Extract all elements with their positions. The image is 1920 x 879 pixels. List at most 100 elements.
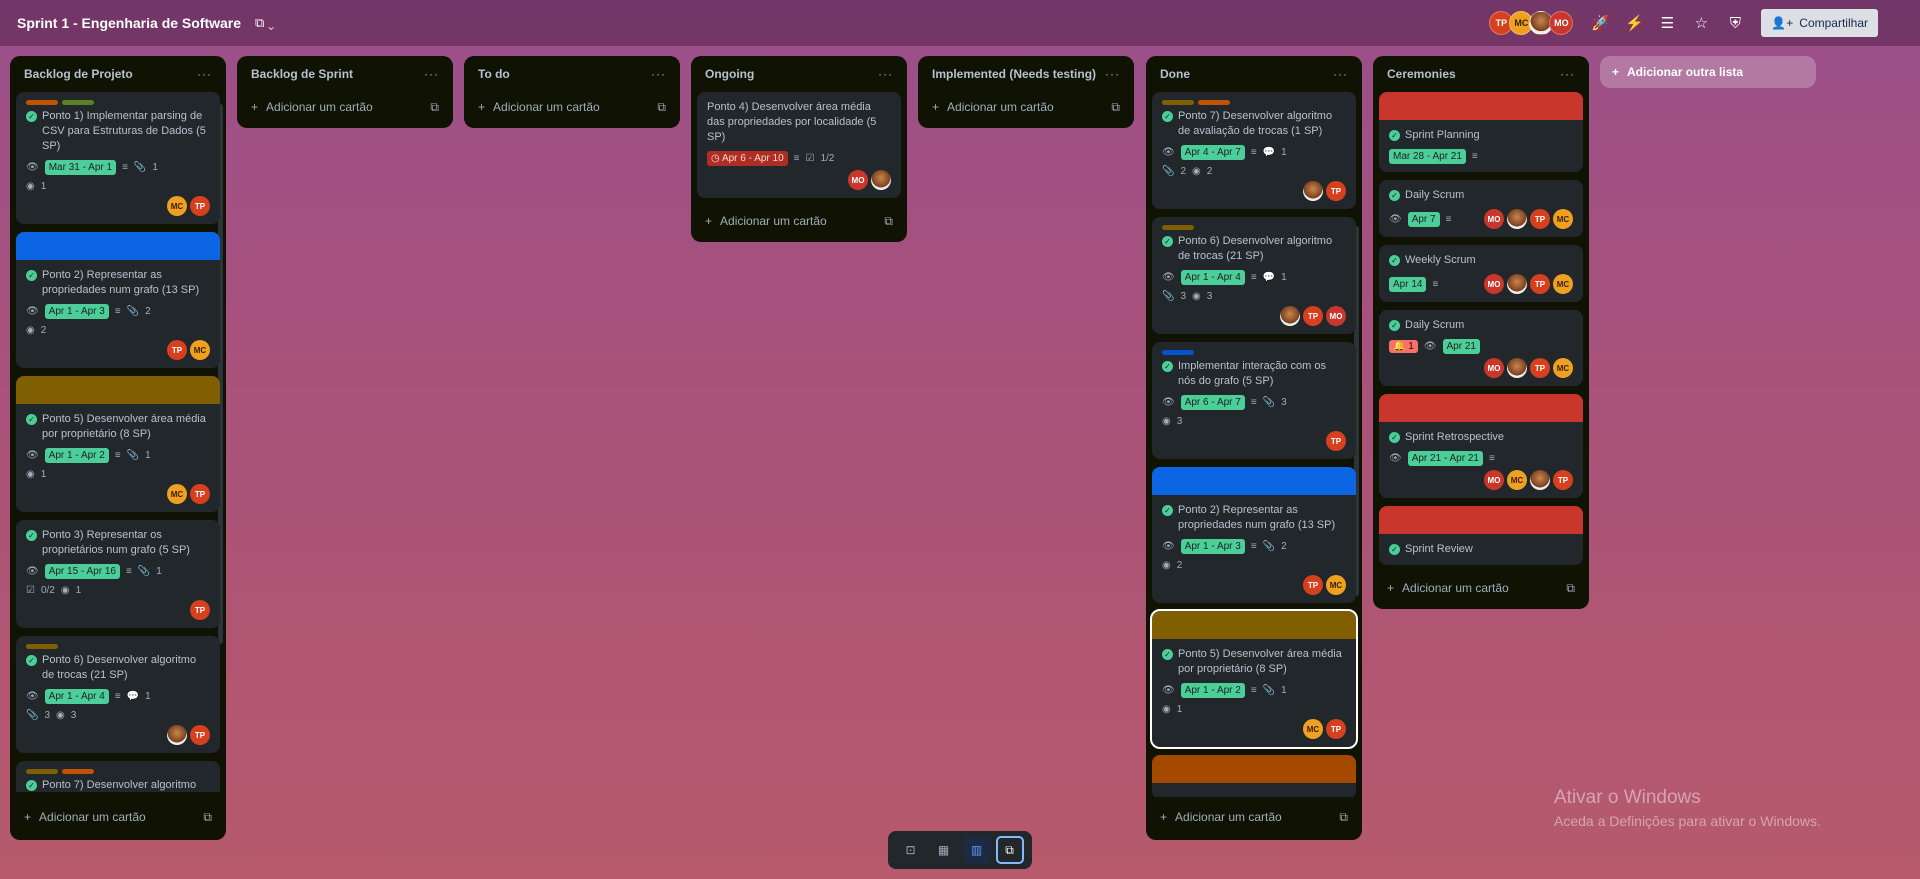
board-icon[interactable]: ▥ (962, 836, 991, 864)
visibility-icon[interactable]: ⛨ (1727, 15, 1743, 32)
check-icon[interactable]: ✓ (1389, 130, 1400, 141)
add-card-button[interactable]: + Adicionar um cartão ⧉ (464, 92, 680, 122)
check-icon[interactable]: ✓ (1162, 649, 1173, 660)
card[interactable]: ✓ Daily Scrum 👁 Apr 7 ≡ MO TP MC (1379, 180, 1583, 237)
avatar[interactable]: TP (1303, 306, 1323, 326)
template-icon[interactable]: ⧉ (657, 100, 666, 115)
avatar[interactable]: TP (190, 600, 210, 620)
due-date-badge[interactable]: Apr 1 - Apr 4 (1180, 270, 1245, 285)
check-icon[interactable]: ✓ (26, 270, 37, 281)
board-members[interactable]: TP MC MO (1489, 11, 1574, 35)
avatar[interactable] (1507, 358, 1527, 378)
due-date-badge[interactable]: Apr 21 (1442, 339, 1480, 354)
avatar[interactable] (1280, 306, 1300, 326)
list-menu-icon[interactable]: ··· (197, 67, 212, 81)
avatar[interactable] (167, 725, 187, 745)
avatar[interactable]: MO (1326, 306, 1346, 326)
avatar[interactable]: TP (1553, 470, 1573, 490)
avatar[interactable]: MO (1484, 274, 1504, 294)
due-date-badge[interactable]: Mar 31 - Apr 1 (44, 160, 117, 175)
avatar[interactable]: TP (1326, 431, 1346, 451)
template-icon[interactable]: ⧉ (1339, 810, 1348, 825)
card[interactable]: ✓ Ponto 6) Desenvolver algoritmo de troca… (1152, 217, 1356, 334)
list-title[interactable]: Ceremonies (1387, 67, 1456, 81)
due-date-badge[interactable]: Apr 1 - Apr 4 (44, 689, 109, 704)
avatar[interactable]: MO (848, 170, 868, 190)
template-icon[interactable]: ⧉ (884, 214, 893, 229)
check-icon[interactable]: ✓ (1389, 255, 1400, 266)
due-date-badge[interactable]: ◷ Apr 6 - Apr 10 (707, 151, 788, 166)
card[interactable]: Ponto 4) Desenvolver área média das prop… (697, 92, 901, 198)
avatar[interactable] (1530, 470, 1550, 490)
avatar[interactable]: TP (190, 196, 210, 216)
filter-icon[interactable]: ☰ (1659, 14, 1675, 32)
card[interactable]: ✓ Ponto 7) Desenvolver algoritmo de avali… (1152, 92, 1356, 209)
avatar[interactable]: TP (1303, 575, 1323, 595)
add-card-button[interactable]: + Adicionar um cartão ⧉ (918, 92, 1134, 122)
card[interactable]: ✓ Sprint Planning Mar 28 - Apr 21 ≡ (1379, 92, 1583, 172)
check-icon[interactable]: ✓ (1162, 361, 1173, 372)
avatar[interactable]: MC (1553, 274, 1573, 294)
due-date-badge[interactable]: Apr 7 (1407, 211, 1440, 227)
avatar[interactable]: MC (190, 340, 210, 360)
card-selected[interactable]: ✓ Ponto 5) Desenvolver área média por pro… (1150, 609, 1358, 749)
list-title[interactable]: Backlog de Projeto (24, 67, 133, 81)
due-date-badge[interactable]: Apr 6 - Apr 7 (1180, 395, 1245, 410)
check-icon[interactable]: ✓ (1162, 111, 1173, 122)
list-title[interactable]: Done (1160, 67, 1190, 81)
card[interactable]: ✓ Daily Scrum 🔔 1 👁 Apr 21 MO TP MC (1379, 310, 1583, 386)
avatar[interactable]: MO (1484, 470, 1504, 490)
notification-badge[interactable]: 🔔 1 (1389, 340, 1418, 353)
avatar[interactable]: TP (1530, 209, 1550, 229)
card[interactable]: ✓ Weekly Scrum Apr 14 ≡ MO TP MC (1379, 245, 1583, 302)
check-icon[interactable]: ✓ (1389, 432, 1400, 443)
check-icon[interactable]: ✓ (26, 414, 37, 425)
due-date-badge[interactable]: Apr 1 - Apr 3 (1180, 539, 1245, 554)
add-card-button[interactable]: + Adicionar um cartão ⧉ (1373, 573, 1589, 603)
template-icon[interactable]: ⧉ (430, 100, 439, 115)
list-menu-icon[interactable]: ··· (1333, 67, 1348, 81)
check-icon[interactable]: ✓ (1389, 190, 1400, 201)
card[interactable]: ✓ Sprint Retrospective 👁 Apr 21 - Apr 21 … (1379, 394, 1583, 498)
list-menu-icon[interactable]: ··· (1560, 67, 1575, 81)
due-date-badge[interactable]: Apr 1 - Apr 2 (44, 448, 109, 463)
star-icon[interactable]: ☆ (1693, 14, 1709, 32)
avatar[interactable]: MO (1484, 358, 1504, 378)
avatar[interactable] (1303, 181, 1323, 201)
avatar[interactable] (1507, 274, 1527, 294)
avatar[interactable]: TP (1326, 181, 1346, 201)
check-icon[interactable]: ✓ (1162, 505, 1173, 516)
avatar[interactable]: TP (190, 725, 210, 745)
add-card-button[interactable]: + Adicionar um cartão ⧉ (237, 92, 453, 122)
check-icon[interactable]: ✓ (26, 655, 37, 666)
board-title[interactable]: Sprint 1 - Engenharia de Software (17, 15, 241, 31)
card[interactable]: ✓ Ponto 6) Desenvolver algoritmo de troca… (16, 636, 220, 753)
card[interactable]: ✓ Ponto 7) Desenvolver algoritmo (16, 761, 220, 792)
template-icon[interactable]: ⧉ (1111, 100, 1120, 115)
list-menu-icon[interactable]: ··· (651, 67, 666, 81)
share-button[interactable]: 👤+ Compartilhar (1761, 9, 1878, 37)
avatar[interactable]: MO (1549, 11, 1574, 35)
list-title[interactable]: Implemented (Needs testing) (932, 67, 1096, 81)
inbox-icon[interactable]: ⊡ (897, 836, 925, 864)
avatar[interactable]: TP (1326, 719, 1346, 739)
due-date-badge[interactable]: Apr 4 - Apr 7 (1180, 145, 1245, 160)
check-icon[interactable]: ✓ (26, 111, 37, 122)
add-list-button[interactable]: + Adicionar outra lista (1600, 56, 1816, 88)
avatar[interactable] (1507, 209, 1527, 229)
avatar[interactable]: MC (167, 196, 187, 216)
card[interactable]: ✓ Ponto 1) Implementar parsing de CSV par… (16, 92, 220, 224)
avatar[interactable]: MC (1326, 575, 1346, 595)
list-menu-icon[interactable]: ··· (424, 67, 439, 81)
avatar[interactable]: MC (167, 484, 187, 504)
rocket-icon[interactable]: 🚀 (1591, 14, 1610, 32)
lightning-icon[interactable]: ⚡ (1625, 14, 1644, 32)
due-date-badge[interactable]: Apr 1 - Apr 3 (44, 304, 109, 319)
add-card-button[interactable]: + Adicionar um cartão ⧉ (10, 802, 226, 832)
list-menu-icon[interactable]: ··· (1105, 67, 1120, 81)
calendar-icon[interactable]: ▦ (930, 836, 958, 864)
avatar[interactable]: MO (1484, 209, 1504, 229)
switch-boards-icon[interactable]: ⧉ (995, 836, 1024, 864)
check-icon[interactable]: ✓ (26, 780, 37, 791)
check-icon[interactable]: ✓ (1162, 236, 1173, 247)
